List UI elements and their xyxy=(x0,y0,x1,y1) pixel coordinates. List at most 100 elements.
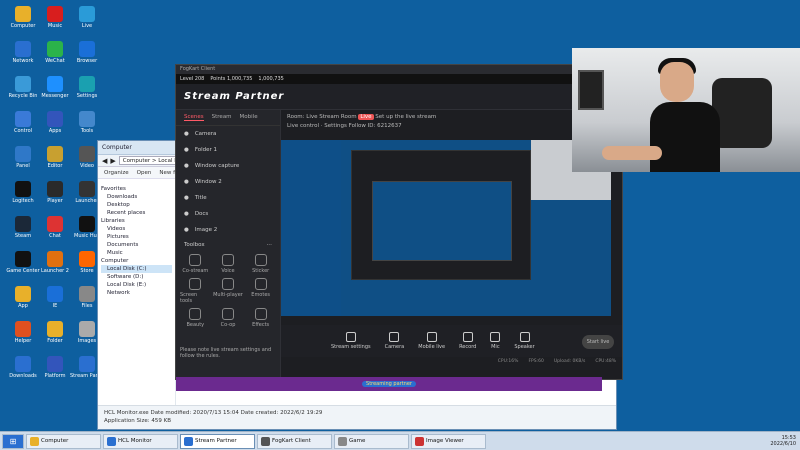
menu-organize[interactable]: Organize xyxy=(104,170,129,176)
tool-button[interactable]: Sticker xyxy=(245,254,276,274)
taskbar-item-label: HCL Monitor xyxy=(118,438,152,444)
desktop-icon-label: Launcher 2 xyxy=(40,268,69,274)
nav-item[interactable]: Network xyxy=(101,289,172,297)
back-icon[interactable]: ◀ xyxy=(102,157,107,165)
tool-label: Sticker xyxy=(252,268,270,274)
room-warning[interactable]: Set up the live stream xyxy=(375,114,436,120)
control-button[interactable]: Speaker xyxy=(514,332,535,350)
eye-icon[interactable]: ● xyxy=(184,225,189,235)
desktop-icon[interactable]: Recycle Bin xyxy=(8,76,38,106)
control-button[interactable]: Mobile live xyxy=(418,332,445,350)
taskbar-item[interactable]: FogKart Client xyxy=(257,433,332,449)
taskbar-item[interactable]: HCL Monitor xyxy=(103,433,178,449)
tool-button[interactable]: Voice xyxy=(213,254,244,274)
start-live-button[interactable]: Start live xyxy=(582,335,614,349)
start-button[interactable]: ⊞ xyxy=(2,433,24,449)
desktop-icon[interactable]: Game Center xyxy=(6,251,40,281)
tool-button[interactable]: Beauty xyxy=(180,308,211,328)
tool-button[interactable]: Co-stream xyxy=(180,254,211,274)
scene-item[interactable]: ● Docs xyxy=(176,206,280,222)
taskbar-item[interactable]: Game xyxy=(334,433,409,449)
control-icon xyxy=(490,332,501,342)
desktop-icon[interactable]: Launcher 2 xyxy=(40,251,70,281)
nav-item[interactable]: Favorites xyxy=(101,185,172,193)
nav-item[interactable]: Recent places xyxy=(101,209,172,217)
desktop-icon[interactable]: Live xyxy=(72,6,102,36)
desktop-icon[interactable]: Control xyxy=(8,111,38,141)
scene-item[interactable]: ● Camera xyxy=(176,126,280,142)
toolbox-more-icon[interactable]: ⋯ xyxy=(267,242,273,248)
room-controls[interactable]: Live control · Settings xyxy=(287,123,347,129)
desktop-icon[interactable]: Editor xyxy=(40,146,70,176)
desktop-icon[interactable]: WeChat xyxy=(40,41,70,71)
desktop-icon[interactable]: Steam xyxy=(8,216,38,246)
scene-item[interactable]: ● Folder 1 xyxy=(176,142,280,158)
app-icon xyxy=(15,286,31,302)
nav-item[interactable]: Music xyxy=(101,249,172,257)
nav-item[interactable]: Libraries xyxy=(101,217,172,225)
scene-item[interactable]: ● Window 2 xyxy=(176,174,280,190)
system-clock[interactable]: 15:53 2022/6/10 xyxy=(770,435,800,447)
tool-button[interactable]: Multi-player xyxy=(213,278,244,304)
desktop-icon[interactable]: Downloads xyxy=(8,356,38,386)
eye-icon[interactable]: ● xyxy=(184,177,189,187)
nav-item[interactable]: Downloads xyxy=(101,193,172,201)
follow-button[interactable]: Follow xyxy=(349,123,366,129)
taskbar-item[interactable]: Image Viewer xyxy=(411,433,486,449)
desktop-icon[interactable]: App xyxy=(8,286,38,316)
eye-icon[interactable]: ● xyxy=(184,193,189,203)
tool-button[interactable]: Emotes xyxy=(245,278,276,304)
nav-item[interactable]: Desktop xyxy=(101,201,172,209)
tool-button[interactable]: Effects xyxy=(245,308,276,328)
desktop-icon[interactable]: Folder xyxy=(40,321,70,351)
taskbar-item[interactable]: Stream Partner xyxy=(180,433,255,449)
control-button[interactable]: Mic xyxy=(490,332,501,350)
desktop-icon[interactable]: Tools xyxy=(72,111,102,141)
scene-item[interactable]: ● Window capture xyxy=(176,158,280,174)
desktop-icon[interactable]: Settings xyxy=(72,76,102,106)
desktop-icon[interactable]: Helper xyxy=(8,321,38,351)
nav-item[interactable]: Computer xyxy=(101,257,172,265)
tab-scenes[interactable]: Scenes xyxy=(184,114,204,121)
control-button[interactable]: Record xyxy=(459,332,476,350)
streaming-app-window[interactable]: FogKart Client Level 208 Points 1,000,73… xyxy=(175,64,623,391)
nav-item[interactable]: Local Disk (C:) xyxy=(101,265,172,273)
tool-button[interactable]: Screen tools xyxy=(180,278,211,304)
stream-preview[interactable] xyxy=(281,140,611,316)
desktop-icon[interactable]: Browser xyxy=(72,41,102,71)
tool-button[interactable]: Co-op xyxy=(213,308,244,328)
control-button[interactable]: Camera xyxy=(385,332,404,350)
eye-icon[interactable]: ● xyxy=(184,161,189,171)
nav-item[interactable]: Videos xyxy=(101,225,172,233)
taskbar-item[interactable]: Computer xyxy=(26,433,101,449)
nav-item[interactable]: Documents xyxy=(101,241,172,249)
desktop-icon[interactable]: Messenger xyxy=(40,76,70,106)
nav-item[interactable]: Local Disk (E:) xyxy=(101,281,172,289)
desktop-icon[interactable]: Panel xyxy=(8,146,38,176)
desktop-icon-label: Recycle Bin xyxy=(8,93,38,99)
tab-mobile[interactable]: Mobile xyxy=(240,114,258,121)
menu-open[interactable]: Open xyxy=(137,170,152,176)
taskbar-item-label: Stream Partner xyxy=(195,438,237,444)
forward-icon[interactable]: ▶ xyxy=(110,157,115,165)
scene-item[interactable]: ● Image 2 xyxy=(176,222,280,238)
eye-icon[interactable]: ● xyxy=(184,209,189,219)
desktop-icon[interactable]: Player xyxy=(40,181,70,211)
eye-icon[interactable]: ● xyxy=(184,145,189,155)
nav-item[interactable]: Pictures xyxy=(101,233,172,241)
scene-item[interactable]: ● Title xyxy=(176,190,280,206)
webcam-person-head xyxy=(660,62,694,102)
desktop-icon[interactable]: Platform xyxy=(40,356,70,386)
nav-item[interactable]: Software (D:) xyxy=(101,273,172,281)
tab-stream[interactable]: Stream xyxy=(212,114,232,121)
desktop-icon[interactable]: IE xyxy=(40,286,70,316)
desktop-icon[interactable]: Apps xyxy=(40,111,70,141)
desktop-icon[interactable]: Music xyxy=(40,6,70,36)
desktop-icon[interactable]: Logitech xyxy=(8,181,38,211)
control-button[interactable]: Stream settings xyxy=(331,332,371,350)
eye-icon[interactable]: ● xyxy=(184,129,189,139)
app-icon xyxy=(47,146,63,162)
desktop-icon[interactable]: Chat xyxy=(40,216,70,246)
desktop-icon[interactable]: Network xyxy=(8,41,38,71)
desktop-icon[interactable]: Computer xyxy=(8,6,38,36)
